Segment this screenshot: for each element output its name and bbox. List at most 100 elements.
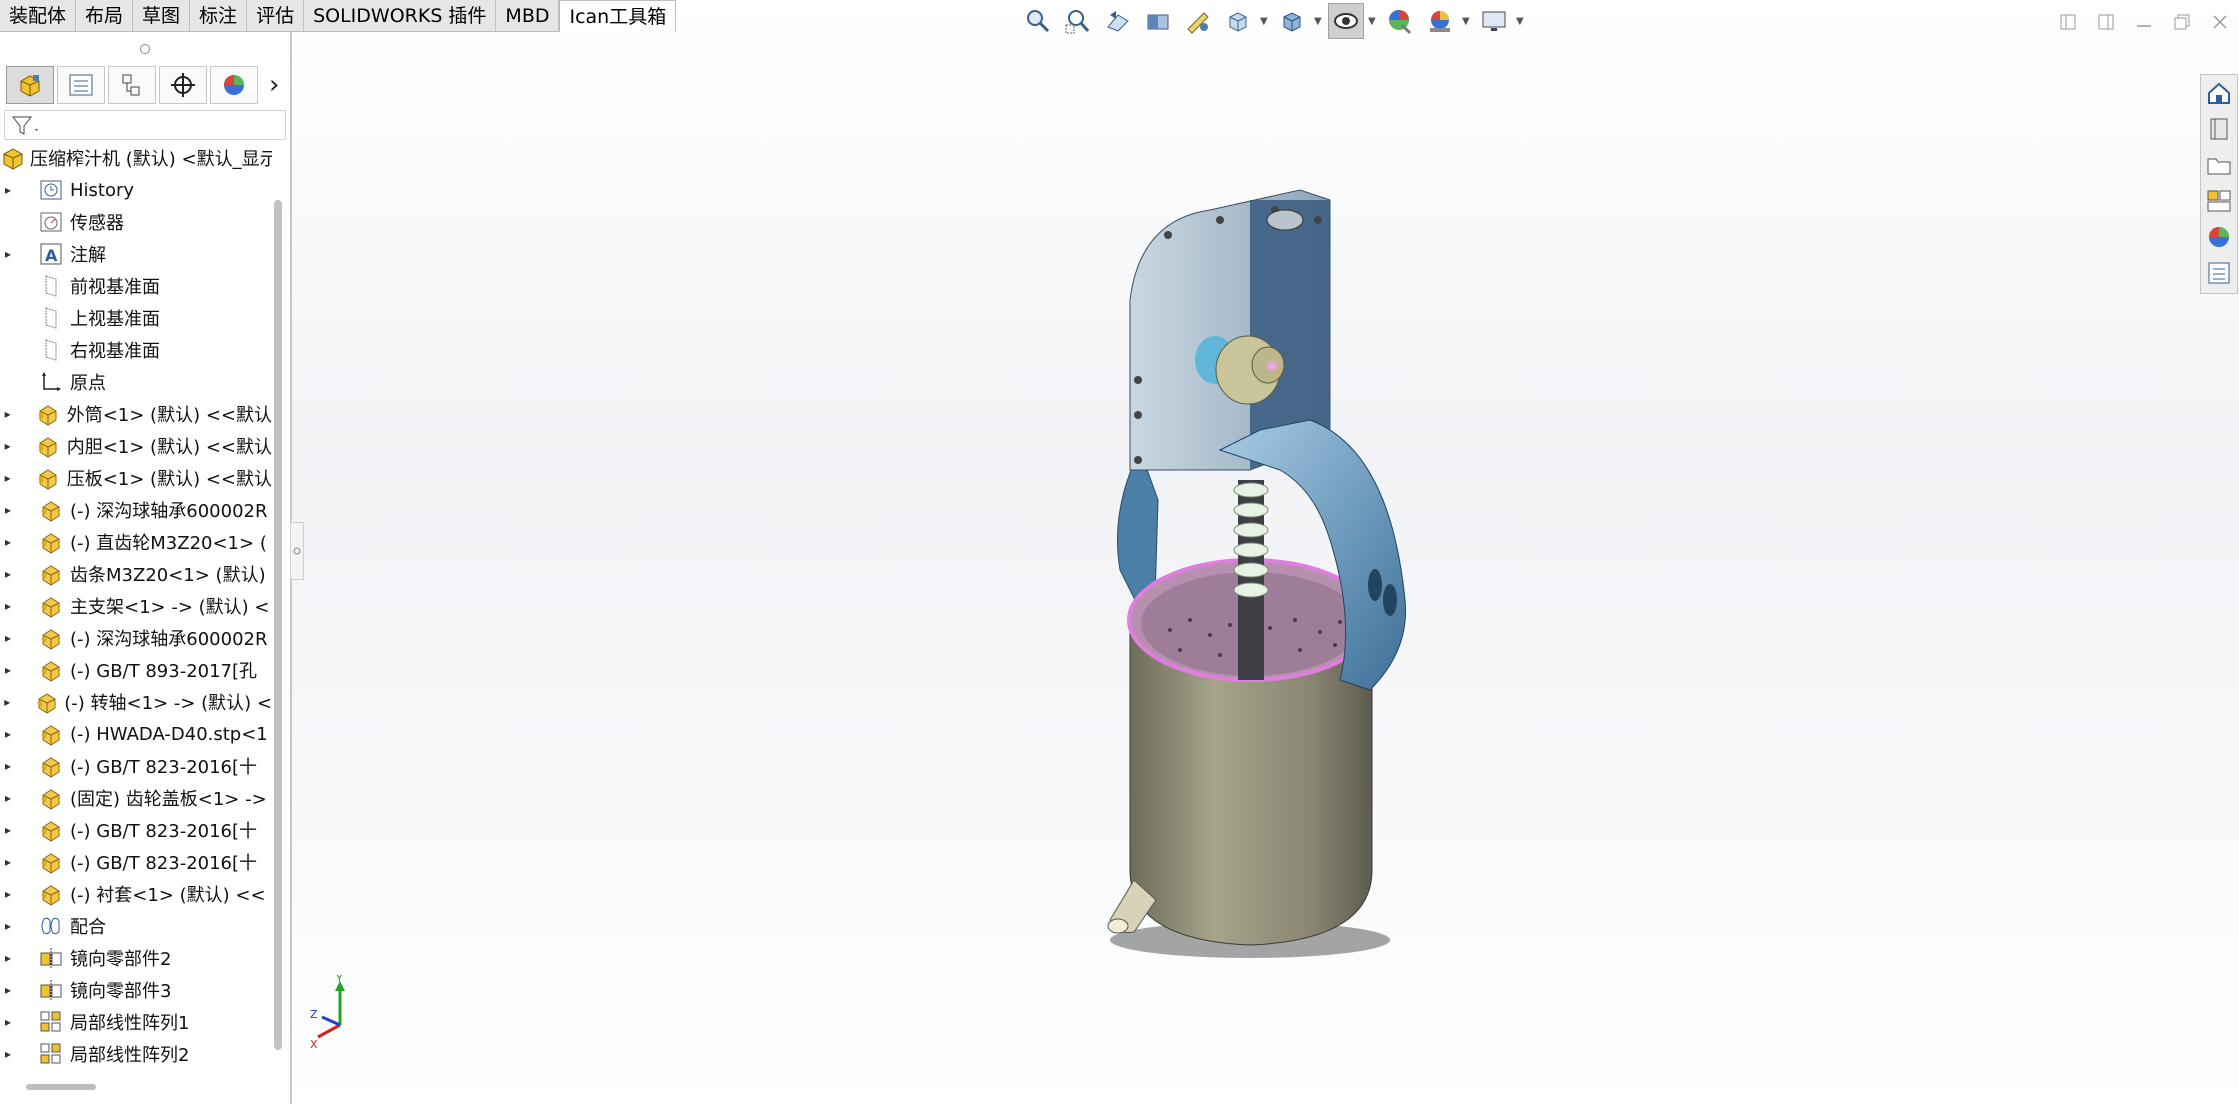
expand-arrow-icon[interactable]: ▸ xyxy=(0,1047,16,1061)
tab-0[interactable]: 装配体 xyxy=(0,0,77,32)
expand-arrow-icon[interactable]: ▸ xyxy=(0,439,15,453)
expand-arrow-icon[interactable]: ▸ xyxy=(0,663,16,677)
tree-item[interactable]: ▸ 内胆<1> (默认) <<默认 xyxy=(0,430,272,462)
view-settings-dropdown-icon[interactable]: ▼ xyxy=(1516,16,1526,27)
expand-arrow-icon[interactable]: ▸ xyxy=(0,471,15,485)
expand-arrow-icon[interactable]: ▸ xyxy=(0,247,16,261)
restore-icon[interactable] xyxy=(2163,0,2201,44)
tree-item[interactable]: ▸ (-) HWADA-D40.stp<1 xyxy=(0,718,272,750)
expand-arrow-icon[interactable]: ▸ xyxy=(0,855,16,869)
tree-item[interactable]: ▸ 外筒<1> (默认) <<默认 xyxy=(0,398,272,430)
hide-show-dropdown-icon[interactable]: ▼ xyxy=(1368,16,1378,27)
edit-appearance-icon[interactable] xyxy=(1382,3,1418,39)
view-settings-icon[interactable] xyxy=(1476,3,1512,39)
tree-item[interactable]: 上视基准面 xyxy=(0,302,272,334)
display-style-icon[interactable] xyxy=(1274,3,1310,39)
file-explorer-icon[interactable] xyxy=(2201,147,2237,183)
expand-arrow-icon[interactable]: ▸ xyxy=(0,599,16,613)
expand-arrow-icon[interactable]: ▸ xyxy=(0,759,16,773)
apply-scene-icon[interactable] xyxy=(1422,3,1458,39)
tile-right-icon[interactable] xyxy=(2087,0,2125,44)
view-palette-icon[interactable] xyxy=(2201,183,2237,219)
tree-item[interactable]: ▸ 压板<1> (默认) <<默认 xyxy=(0,462,272,494)
tree-item[interactable]: 右视基准面 xyxy=(0,334,272,366)
dimxpertmanager-icon[interactable] xyxy=(159,66,207,104)
close-icon[interactable] xyxy=(2201,0,2239,44)
tree-item[interactable]: ▸ (-) GB/T 823-2016[十 xyxy=(0,846,272,878)
configurationmanager-icon[interactable] xyxy=(108,66,156,104)
appearances-icon[interactable] xyxy=(2201,219,2237,255)
tree-filter-bar[interactable] xyxy=(4,110,286,140)
juicer-assembly-model[interactable] xyxy=(1100,180,1480,960)
zoom-to-fit-icon[interactable] xyxy=(1020,3,1056,39)
tree-item[interactable]: 原点 xyxy=(0,366,272,398)
expand-arrow-icon[interactable]: ▸ xyxy=(0,567,16,581)
tree-root-assembly[interactable]: 压缩榨汁机 (默认) <默认_显示 xyxy=(0,142,272,174)
tab-1[interactable]: 布局 xyxy=(76,0,134,32)
expand-arrow-icon[interactable]: ▸ xyxy=(0,631,16,645)
tree-item[interactable]: ▸ 局部线性阵列2 xyxy=(0,1038,272,1070)
tree-item[interactable]: 前视基准面 xyxy=(0,270,272,302)
solidworks-resources-icon[interactable] xyxy=(2201,75,2237,111)
display-style-dropdown-icon[interactable]: ▼ xyxy=(1314,16,1324,27)
tree-vertical-scrollbar[interactable] xyxy=(274,200,282,1050)
expand-arrow-icon[interactable]: ▸ xyxy=(0,983,16,997)
tree-item[interactable]: ▸ 主支架<1> -> (默认) < xyxy=(0,590,272,622)
tree-item[interactable]: ▸ History xyxy=(0,174,272,206)
view-orientation-icon[interactable] xyxy=(1220,3,1256,39)
tree-item[interactable]: ▸ 镜向零部件3 xyxy=(0,974,272,1006)
expand-arrow-icon[interactable]: ▸ xyxy=(0,887,16,901)
tree-item[interactable]: ▸ (-) GB/T 823-2016[十 xyxy=(0,750,272,782)
panel-splitter-handle[interactable] xyxy=(290,522,304,580)
tree-item[interactable]: ▸ (-) GB/T 893-2017[孔 xyxy=(0,654,272,686)
tree-item[interactable]: ▸ (-) 深沟球轴承600002R xyxy=(0,494,272,526)
tab-3[interactable]: 标注 xyxy=(190,0,248,32)
view-orientation-dropdown-icon[interactable]: ▼ xyxy=(1260,16,1270,27)
tree-item[interactable]: ▸ (-) 直齿轮M3Z20<1> ( xyxy=(0,526,272,558)
custom-properties-icon[interactable] xyxy=(2201,255,2237,291)
tile-left-icon[interactable] xyxy=(2049,0,2087,44)
apply-scene-dropdown-icon[interactable]: ▼ xyxy=(1462,16,1472,27)
tree-item[interactable]: ▸ 镜向零部件2 xyxy=(0,942,272,974)
tab-5[interactable]: SOLIDWORKS 插件 xyxy=(304,0,497,32)
expand-arrow-icon[interactable]: ▸ xyxy=(0,727,16,741)
design-library-icon[interactable] xyxy=(2201,111,2237,147)
tree-item[interactable]: ▸ (-) 衬套<1> (默认) << xyxy=(0,878,272,910)
propertymanager-icon[interactable] xyxy=(57,66,105,104)
tree-item[interactable]: ▸ 局部线性阵列1 xyxy=(0,1006,272,1038)
tab-2[interactable]: 草图 xyxy=(133,0,191,32)
tree-item[interactable]: ▸ (-) 深沟球轴承600002R xyxy=(0,622,272,654)
expand-arrow-icon[interactable]: ▸ xyxy=(0,503,16,517)
expand-arrow-icon[interactable]: ▸ xyxy=(0,919,16,933)
tree-item[interactable]: ▸ (-) GB/T 823-2016[十 xyxy=(0,814,272,846)
more-tabs-chevron-icon[interactable]: › xyxy=(269,70,279,100)
expand-arrow-icon[interactable]: ▸ xyxy=(0,695,15,709)
expand-arrow-icon[interactable]: ▸ xyxy=(0,183,16,197)
expand-arrow-icon[interactable]: ▸ xyxy=(0,791,16,805)
hide-show-items-icon[interactable] xyxy=(1328,3,1364,39)
tree-item[interactable]: ▸ (-) 转轴<1> -> (默认) < xyxy=(0,686,272,718)
displaymanager-icon[interactable] xyxy=(210,66,258,104)
dynamic-annotation-icon[interactable] xyxy=(1180,3,1216,39)
tree-item[interactable]: 传感器 xyxy=(0,206,272,238)
panel-grip-icon[interactable] xyxy=(140,44,150,54)
tab-7[interactable]: Ican工具箱 xyxy=(559,0,677,32)
tab-4[interactable]: 评估 xyxy=(247,0,305,32)
tab-6[interactable]: MBD xyxy=(496,0,560,32)
tree-item[interactable]: ▸ (固定) 齿轮盖板<1> -> xyxy=(0,782,272,814)
expand-arrow-icon[interactable]: ▸ xyxy=(0,1015,16,1029)
expand-arrow-icon[interactable]: ▸ xyxy=(0,951,16,965)
filter-icon[interactable] xyxy=(11,115,41,137)
expand-arrow-icon[interactable]: ▸ xyxy=(0,407,15,421)
section-view-icon[interactable] xyxy=(1140,3,1176,39)
tree-horizontal-scrollbar[interactable] xyxy=(26,1084,96,1090)
previous-view-icon[interactable] xyxy=(1100,3,1136,39)
minimize-icon[interactable] xyxy=(2125,0,2163,44)
tree-item[interactable]: ▸ A 注解 xyxy=(0,238,272,270)
zoom-area-icon[interactable] xyxy=(1060,3,1096,39)
featuremanager-icon[interactable] xyxy=(6,66,54,104)
tree-item[interactable]: ▸ 配合 xyxy=(0,910,272,942)
tree-item[interactable]: ▸ 齿条M3Z20<1> (默认) xyxy=(0,558,272,590)
expand-arrow-icon[interactable]: ▸ xyxy=(0,535,16,549)
expand-arrow-icon[interactable]: ▸ xyxy=(0,823,16,837)
